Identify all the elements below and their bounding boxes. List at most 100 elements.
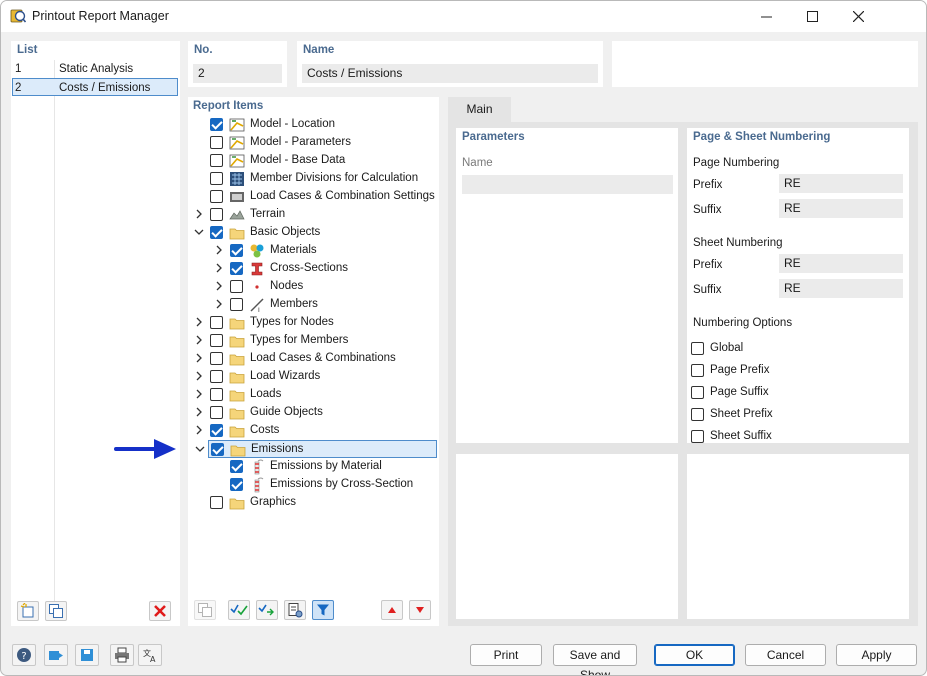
insert-item-button[interactable] — [194, 600, 216, 620]
cancel-button[interactable]: Cancel — [745, 644, 826, 666]
check-all-button[interactable] — [228, 600, 250, 620]
tree-item[interactable]: Emissions by Cross-Section — [188, 476, 436, 494]
maximize-button[interactable] — [789, 1, 835, 32]
tree-item-checkbox[interactable] — [210, 388, 223, 401]
apply-button[interactable]: Apply — [836, 644, 917, 666]
tree-item-checkbox[interactable] — [230, 298, 243, 311]
tree-item[interactable]: Cross-Sections — [188, 260, 436, 278]
save-and-show-button[interactable]: Save and Show — [553, 644, 637, 675]
description-panel[interactable] — [612, 41, 918, 87]
list-item[interactable]: 1 Static Analysis — [12, 60, 178, 78]
model-parameters-icon — [229, 136, 245, 150]
sheet-suffix-field[interactable]: RE — [779, 279, 903, 298]
tree-item-checkbox[interactable] — [230, 244, 243, 257]
chevron-right-icon[interactable] — [214, 299, 224, 309]
chevron-down-icon[interactable] — [195, 444, 205, 454]
tree-item[interactable]: Types for Nodes — [188, 314, 436, 332]
number-field[interactable]: 2 — [193, 64, 282, 83]
tree-item[interactable]: Nodes — [188, 278, 436, 296]
chevron-right-icon[interactable] — [214, 281, 224, 291]
tree-item[interactable]: Costs — [188, 422, 436, 440]
chevron-right-icon[interactable] — [194, 209, 204, 219]
numbering-option-checkbox[interactable] — [691, 364, 704, 377]
tree-item-checkbox[interactable] — [210, 154, 223, 167]
page-prefix-field[interactable]: RE — [779, 174, 903, 193]
chevron-right-icon[interactable] — [194, 335, 204, 345]
chevron-right-icon[interactable] — [194, 425, 204, 435]
filter-button[interactable] — [312, 600, 334, 620]
save-settings-button[interactable] — [75, 644, 99, 666]
tree-item-checkbox[interactable] — [230, 478, 243, 491]
tree-item-checkbox[interactable] — [210, 172, 223, 185]
move-up-button[interactable] — [381, 600, 403, 620]
tree-item-checkbox[interactable] — [230, 460, 243, 473]
tree-item[interactable]: Guide Objects — [188, 404, 436, 422]
tree-item[interactable]: Model - Parameters — [188, 134, 436, 152]
tree-item[interactable]: Emissions — [195, 440, 437, 458]
toggle-check-button[interactable] — [256, 600, 278, 620]
copy-report-button[interactable] — [45, 601, 67, 621]
list-item-selected[interactable]: 2 Costs / Emissions — [12, 78, 178, 96]
tree-item[interactable]: I Members — [188, 296, 436, 314]
new-report-button[interactable] — [17, 601, 39, 621]
language-button[interactable]: 文A — [138, 644, 162, 666]
tree-item-checkbox[interactable] — [210, 190, 223, 203]
tree-item[interactable]: Load Wizards — [188, 368, 436, 386]
tree-item-checkbox[interactable] — [210, 496, 223, 509]
chevron-right-icon[interactable] — [194, 317, 204, 327]
chevron-down-icon[interactable] — [194, 227, 204, 237]
tree-item[interactable]: Member Divisions for Calculation — [188, 170, 436, 188]
tree-item[interactable]: Types for Members — [188, 332, 436, 350]
tree-item-checkbox[interactable] — [210, 316, 223, 329]
tree-item-checkbox[interactable] — [210, 370, 223, 383]
move-down-button[interactable] — [409, 600, 431, 620]
print-button[interactable]: Print — [470, 644, 542, 666]
tree-item[interactable]: Terrain — [188, 206, 436, 224]
page-suffix-label: Suffix — [693, 204, 722, 216]
chevron-right-icon[interactable] — [214, 245, 224, 255]
tree-item-checkbox[interactable] — [210, 334, 223, 347]
numbering-option-checkbox[interactable] — [691, 386, 704, 399]
tree-item[interactable]: Emissions by Material — [188, 458, 436, 476]
tree-item[interactable]: Graphics — [188, 494, 436, 512]
minimize-button[interactable] — [743, 1, 789, 32]
chevron-right-icon[interactable] — [194, 407, 204, 417]
tree-item[interactable]: Loads — [188, 386, 436, 404]
numbering-option-checkbox[interactable] — [691, 430, 704, 443]
tree-item-checkbox[interactable] — [210, 208, 223, 221]
tree-item[interactable]: Model - Location — [188, 116, 436, 134]
parameters-name-field[interactable] — [462, 175, 673, 194]
tree-item[interactable]: Basic Objects — [188, 224, 436, 242]
tree-item-checkbox[interactable] — [230, 262, 243, 275]
ok-button[interactable]: OK — [654, 644, 735, 666]
tree-item-checkbox[interactable] — [210, 424, 223, 437]
chevron-right-icon[interactable] — [194, 371, 204, 381]
tree-item[interactable]: Materials — [188, 242, 436, 260]
delete-report-button[interactable] — [149, 601, 171, 621]
chevron-right-icon[interactable] — [194, 353, 204, 363]
item-settings-button[interactable] — [284, 600, 306, 620]
name-field[interactable]: Costs / Emissions — [302, 64, 598, 83]
print-setup-button[interactable] — [110, 644, 134, 666]
numbering-option-checkbox[interactable] — [691, 408, 704, 421]
tree-item[interactable]: Model - Base Data — [188, 152, 436, 170]
tab-main[interactable]: Main — [448, 97, 511, 122]
tree-item-checkbox[interactable] — [211, 443, 224, 456]
units-button[interactable] — [44, 644, 68, 666]
sheet-prefix-field[interactable]: RE — [779, 254, 903, 273]
tree-item-checkbox[interactable] — [210, 352, 223, 365]
tree-item-checkbox[interactable] — [230, 280, 243, 293]
close-button[interactable] — [835, 1, 881, 32]
tree-item-checkbox[interactable] — [210, 226, 223, 239]
tree-item-checkbox[interactable] — [210, 118, 223, 131]
folder-icon — [229, 318, 245, 330]
chevron-right-icon[interactable] — [214, 263, 224, 273]
tree-item[interactable]: Load Cases & Combinations — [188, 350, 436, 368]
tree-item-checkbox[interactable] — [210, 406, 223, 419]
numbering-option-checkbox[interactable] — [691, 342, 704, 355]
page-suffix-field[interactable]: RE — [779, 199, 903, 218]
help-button[interactable]: ? — [12, 644, 36, 666]
chevron-right-icon[interactable] — [194, 389, 204, 399]
tree-item[interactable]: Load Cases & Combination Settings — [188, 188, 436, 206]
tree-item-checkbox[interactable] — [210, 136, 223, 149]
